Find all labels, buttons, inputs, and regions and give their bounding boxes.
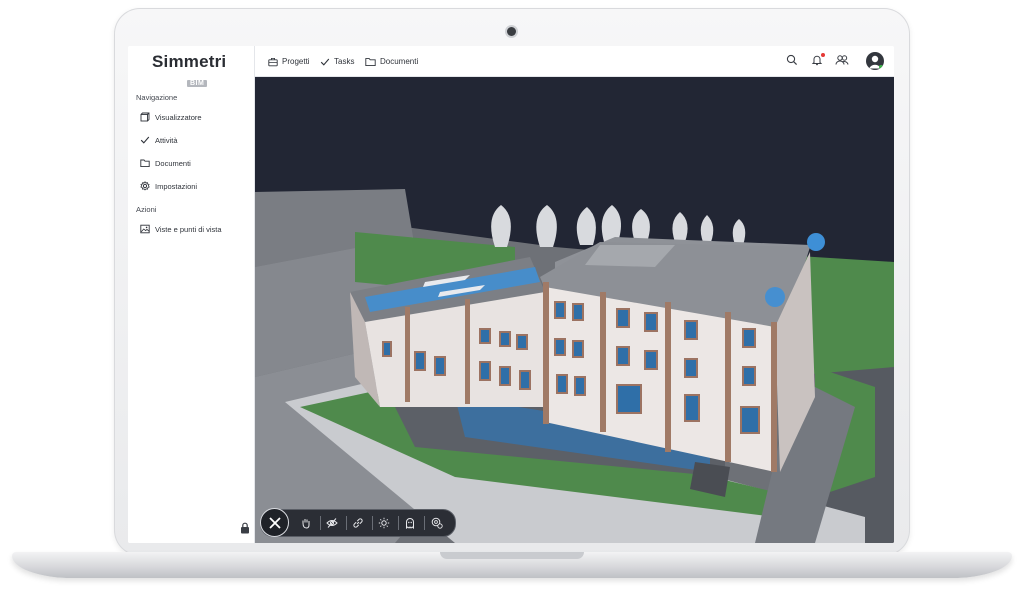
avatar[interactable] — [866, 52, 884, 70]
sidebar: Simmetri BIM Navigazione Visualizzatore … — [128, 46, 255, 543]
section-title-azioni: Azioni — [136, 205, 157, 214]
notification-dot — [821, 53, 825, 57]
sidebar-item-attivita[interactable]: Attività — [140, 132, 178, 148]
check-icon — [320, 58, 330, 66]
folder-icon — [365, 57, 376, 66]
sidebar-item-label: Attività — [155, 135, 178, 145]
3d-viewport[interactable] — [255, 77, 894, 543]
sidebar-item-documenti[interactable]: Documenti — [140, 155, 191, 171]
viewer-toolbar — [260, 508, 456, 537]
sidebar-item-visualizzatore[interactable]: Visualizzatore — [140, 109, 202, 125]
settings-tool-button[interactable] — [429, 515, 445, 531]
user-icon — [869, 55, 883, 69]
folder-icon — [140, 159, 150, 168]
pan-tool-button[interactable] — [298, 515, 314, 531]
ghost-icon — [406, 518, 414, 529]
close-icon — [268, 516, 281, 529]
toolbar-separator — [424, 516, 425, 530]
light-tool-button[interactable] — [376, 515, 392, 531]
users-icon[interactable] — [835, 54, 849, 66]
eye-off-icon — [326, 518, 338, 528]
sidebar-item-label: Documenti — [155, 158, 191, 168]
gear-icon — [140, 181, 150, 191]
search-icon[interactable] — [786, 54, 798, 66]
building-model[interactable] — [255, 77, 894, 543]
sidebar-item-impostazioni[interactable]: Impostazioni — [140, 178, 197, 194]
toolbar-separator — [398, 516, 399, 530]
hide-tool-button[interactable] — [324, 515, 340, 531]
close-tool-button[interactable] — [260, 508, 289, 537]
logo-badge: BIM — [187, 80, 208, 87]
screen: Simmetri BIM Navigazione Visualizzatore … — [128, 46, 894, 543]
webcam — [507, 27, 516, 36]
section-title-navigazione: Navigazione — [136, 93, 178, 102]
toolbar-separator — [346, 516, 347, 530]
laptop-notch — [440, 552, 584, 559]
top-bar: Progetti Tasks Documenti — [255, 46, 894, 77]
sidebar-item-label: Viste e punti di vista — [155, 224, 222, 234]
link-icon — [353, 518, 363, 528]
nav-link-progetti[interactable]: Progetti — [268, 55, 310, 68]
settings-icon — [431, 517, 443, 529]
sidebar-item-label: Impostazioni — [155, 181, 198, 191]
toolbar-separator — [372, 516, 373, 530]
sidebar-item-viste[interactable]: Viste e punti di vista — [140, 221, 222, 237]
sidebar-item-label: Visualizzatore — [155, 112, 202, 122]
logo-text: Simmetri — [152, 52, 227, 71]
image-icon — [140, 224, 150, 234]
nav-link-label: Tasks — [334, 57, 355, 66]
nav-link-label: Progetti — [282, 57, 310, 66]
toolbar-separator — [320, 516, 321, 530]
sun-icon — [378, 517, 390, 529]
check-icon — [140, 136, 150, 144]
ghost-tool-button[interactable] — [402, 515, 418, 531]
lock-icon[interactable] — [240, 522, 250, 534]
briefcase-icon — [268, 57, 278, 66]
app-logo[interactable]: Simmetri BIM — [152, 52, 226, 90]
cube-icon — [140, 112, 150, 122]
nav-link-label: Documenti — [380, 57, 419, 66]
nav-link-documenti[interactable]: Documenti — [365, 55, 418, 68]
nav-link-tasks[interactable]: Tasks — [320, 55, 354, 68]
link-tool-button[interactable] — [350, 515, 366, 531]
hand-icon — [302, 519, 310, 529]
